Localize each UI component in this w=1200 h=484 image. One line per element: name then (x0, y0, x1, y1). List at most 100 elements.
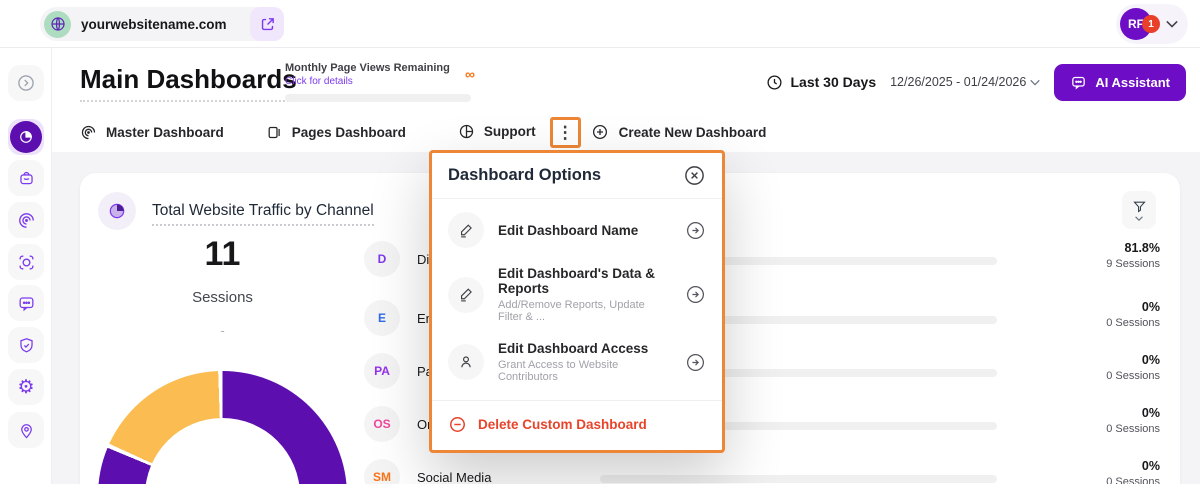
create-new-dashboard-button[interactable]: Create New Dashboard (591, 112, 767, 152)
date-range-cluster: Last 30 Days 12/26/2025 - 01/24/2026 AI … (766, 62, 1187, 102)
avatar: RF 1 (1120, 8, 1152, 40)
chevron-down-icon (1135, 216, 1143, 221)
arrow-right-circle-icon (685, 284, 706, 305)
sidebar-item-settings[interactable]: ⚙ (8, 369, 44, 405)
external-link-icon (259, 16, 276, 33)
sidebar-item-security[interactable] (8, 327, 44, 363)
sidebar-item-dashboards[interactable] (8, 119, 44, 155)
notification-badge: 1 (1142, 15, 1160, 33)
dashboard-options-popup: Dashboard Options Edit Dashboard Name (429, 150, 725, 453)
close-button[interactable] (682, 164, 706, 188)
delete-label: Delete Custom Dashboard (478, 417, 647, 432)
channel-avatar: E (364, 300, 400, 336)
funnel-icon (1132, 199, 1147, 214)
app-window: yourwebsitename.com RF 1 (0, 0, 1200, 484)
filter-button[interactable] (1122, 191, 1156, 229)
chat-icon (1070, 74, 1087, 91)
tab-master-dashboard[interactable]: Master Dashboard (80, 112, 224, 152)
card-pie-icon (98, 192, 136, 230)
chevron-down-icon (1166, 20, 1178, 28)
minus-circle-icon (448, 415, 467, 434)
ai-assistant-label: AI Assistant (1095, 75, 1170, 90)
dashboard-tabs: Master Dashboard Pages Dashboard Support… (80, 112, 766, 152)
chat-bubble-icon (17, 294, 36, 313)
quota-details-link[interactable]: Click for details (285, 76, 471, 87)
channel-stats: 0% 0 Sessions (1050, 459, 1160, 484)
menu-item-edit-access[interactable]: Edit Dashboard Access Grant Access to We… (448, 332, 706, 392)
website-name: yourwebsitename.com (81, 17, 227, 32)
menu-item-title: Edit Dashboard Name (498, 223, 638, 238)
expand-arrow-icon (16, 73, 36, 93)
chevron-down-icon (1030, 79, 1040, 86)
pages-icon (266, 124, 283, 141)
sidebar: ⚙ (0, 48, 52, 484)
ai-assistant-button[interactable]: AI Assistant (1054, 64, 1186, 101)
channel-sessions: 0 Sessions (1050, 476, 1160, 484)
top-bar: yourwebsitename.com RF 1 (0, 0, 1200, 48)
menu-item-edit-data-reports[interactable]: Edit Dashboard's Data & Reports Add/Remo… (448, 257, 706, 332)
tab-support[interactable]: Support (450, 112, 548, 152)
sidebar-expand-button[interactable] (8, 65, 44, 101)
clock-icon (766, 74, 783, 91)
sidebar-item-products[interactable] (8, 160, 44, 196)
sidebar-item-funnels[interactable] (8, 202, 44, 238)
quota-progress-bar (285, 94, 471, 102)
channel-stats: 0% 0 Sessions (1050, 353, 1160, 382)
channel-percent: 81.8% (1050, 241, 1160, 255)
sidebar-item-recordings[interactable] (8, 244, 44, 280)
person-icon (448, 344, 484, 380)
tab-label: Master Dashboard (106, 125, 224, 140)
popup-title: Dashboard Options (448, 166, 601, 185)
website-selector[interactable]: yourwebsitename.com (40, 7, 282, 41)
channel-sessions: 0 Sessions (1050, 317, 1160, 329)
shield-check-icon (17, 336, 36, 355)
channel-sessions: 0 Sessions (1050, 370, 1160, 382)
channel-initials: SM (373, 470, 391, 484)
focus-record-icon (17, 253, 36, 272)
channel-avatar: SM (364, 459, 400, 484)
channel-percent: 0% (1050, 406, 1160, 420)
total-sessions-block: 11 Sessions - (130, 235, 315, 338)
channel-stats: 0% 0 Sessions (1050, 406, 1160, 435)
channel-avatar: D (364, 241, 400, 277)
swirl-icon (80, 124, 97, 141)
channel-avatar: PA (364, 353, 400, 389)
channel-label: Social Media (417, 470, 491, 484)
date-range-value[interactable]: 12/26/2025 - 01/24/2026 (890, 75, 1026, 89)
open-site-button[interactable] (250, 7, 284, 41)
channel-stats: 0% 0 Sessions (1050, 300, 1160, 329)
gear-icon: ⚙ (17, 378, 34, 397)
quota-block: Monthly Page Views Remaining Click for d… (285, 62, 471, 102)
swirl-icon (17, 211, 36, 230)
pencil-icon (448, 212, 484, 248)
channel-sessions: 9 Sessions (1050, 258, 1160, 270)
page-title: Main Dashboards (80, 64, 297, 102)
channel-percent: 0% (1050, 459, 1160, 473)
menu-item-title: Edit Dashboard Access (498, 341, 671, 356)
tab-pages-dashboard[interactable]: Pages Dashboard (266, 112, 406, 152)
account-menu[interactable]: RF 1 (1116, 4, 1188, 44)
card-title: Total Website Traffic by Channel (152, 202, 374, 226)
popup-items: Edit Dashboard Name Edit Dashboard's Dat… (432, 199, 722, 396)
menu-item-title: Edit Dashboard's Data & Reports (498, 266, 671, 296)
date-range-label: Last 30 Days (791, 74, 877, 90)
menu-item-delete-dashboard[interactable]: Delete Custom Dashboard (432, 401, 722, 450)
channel-stats: 81.8% 9 Sessions (1050, 241, 1160, 270)
quota-label: Monthly Page Views Remaining (285, 62, 471, 74)
menu-item-subtitle: Grant Access to Website Contributors (498, 359, 671, 383)
total-sessions-value: 11 (130, 235, 315, 274)
pie-chart-icon (458, 123, 475, 140)
tab-label: Pages Dashboard (292, 125, 406, 140)
total-sessions-label: Sessions (130, 289, 315, 306)
menu-item-edit-name[interactable]: Edit Dashboard Name (448, 203, 706, 257)
globe-icon (44, 11, 71, 38)
sidebar-item-messages[interactable] (8, 285, 44, 321)
dashboard-options-button[interactable]: ⋮ (550, 117, 581, 148)
channel-initials: E (378, 311, 386, 325)
channel-avatar: OS (364, 406, 400, 442)
channel-bar-track (600, 475, 997, 483)
sidebar-item-locations[interactable] (8, 412, 44, 448)
channel-initials: OS (373, 417, 390, 431)
quota-infinity-value: ∞ (465, 66, 475, 82)
arrow-right-circle-icon (685, 352, 706, 373)
